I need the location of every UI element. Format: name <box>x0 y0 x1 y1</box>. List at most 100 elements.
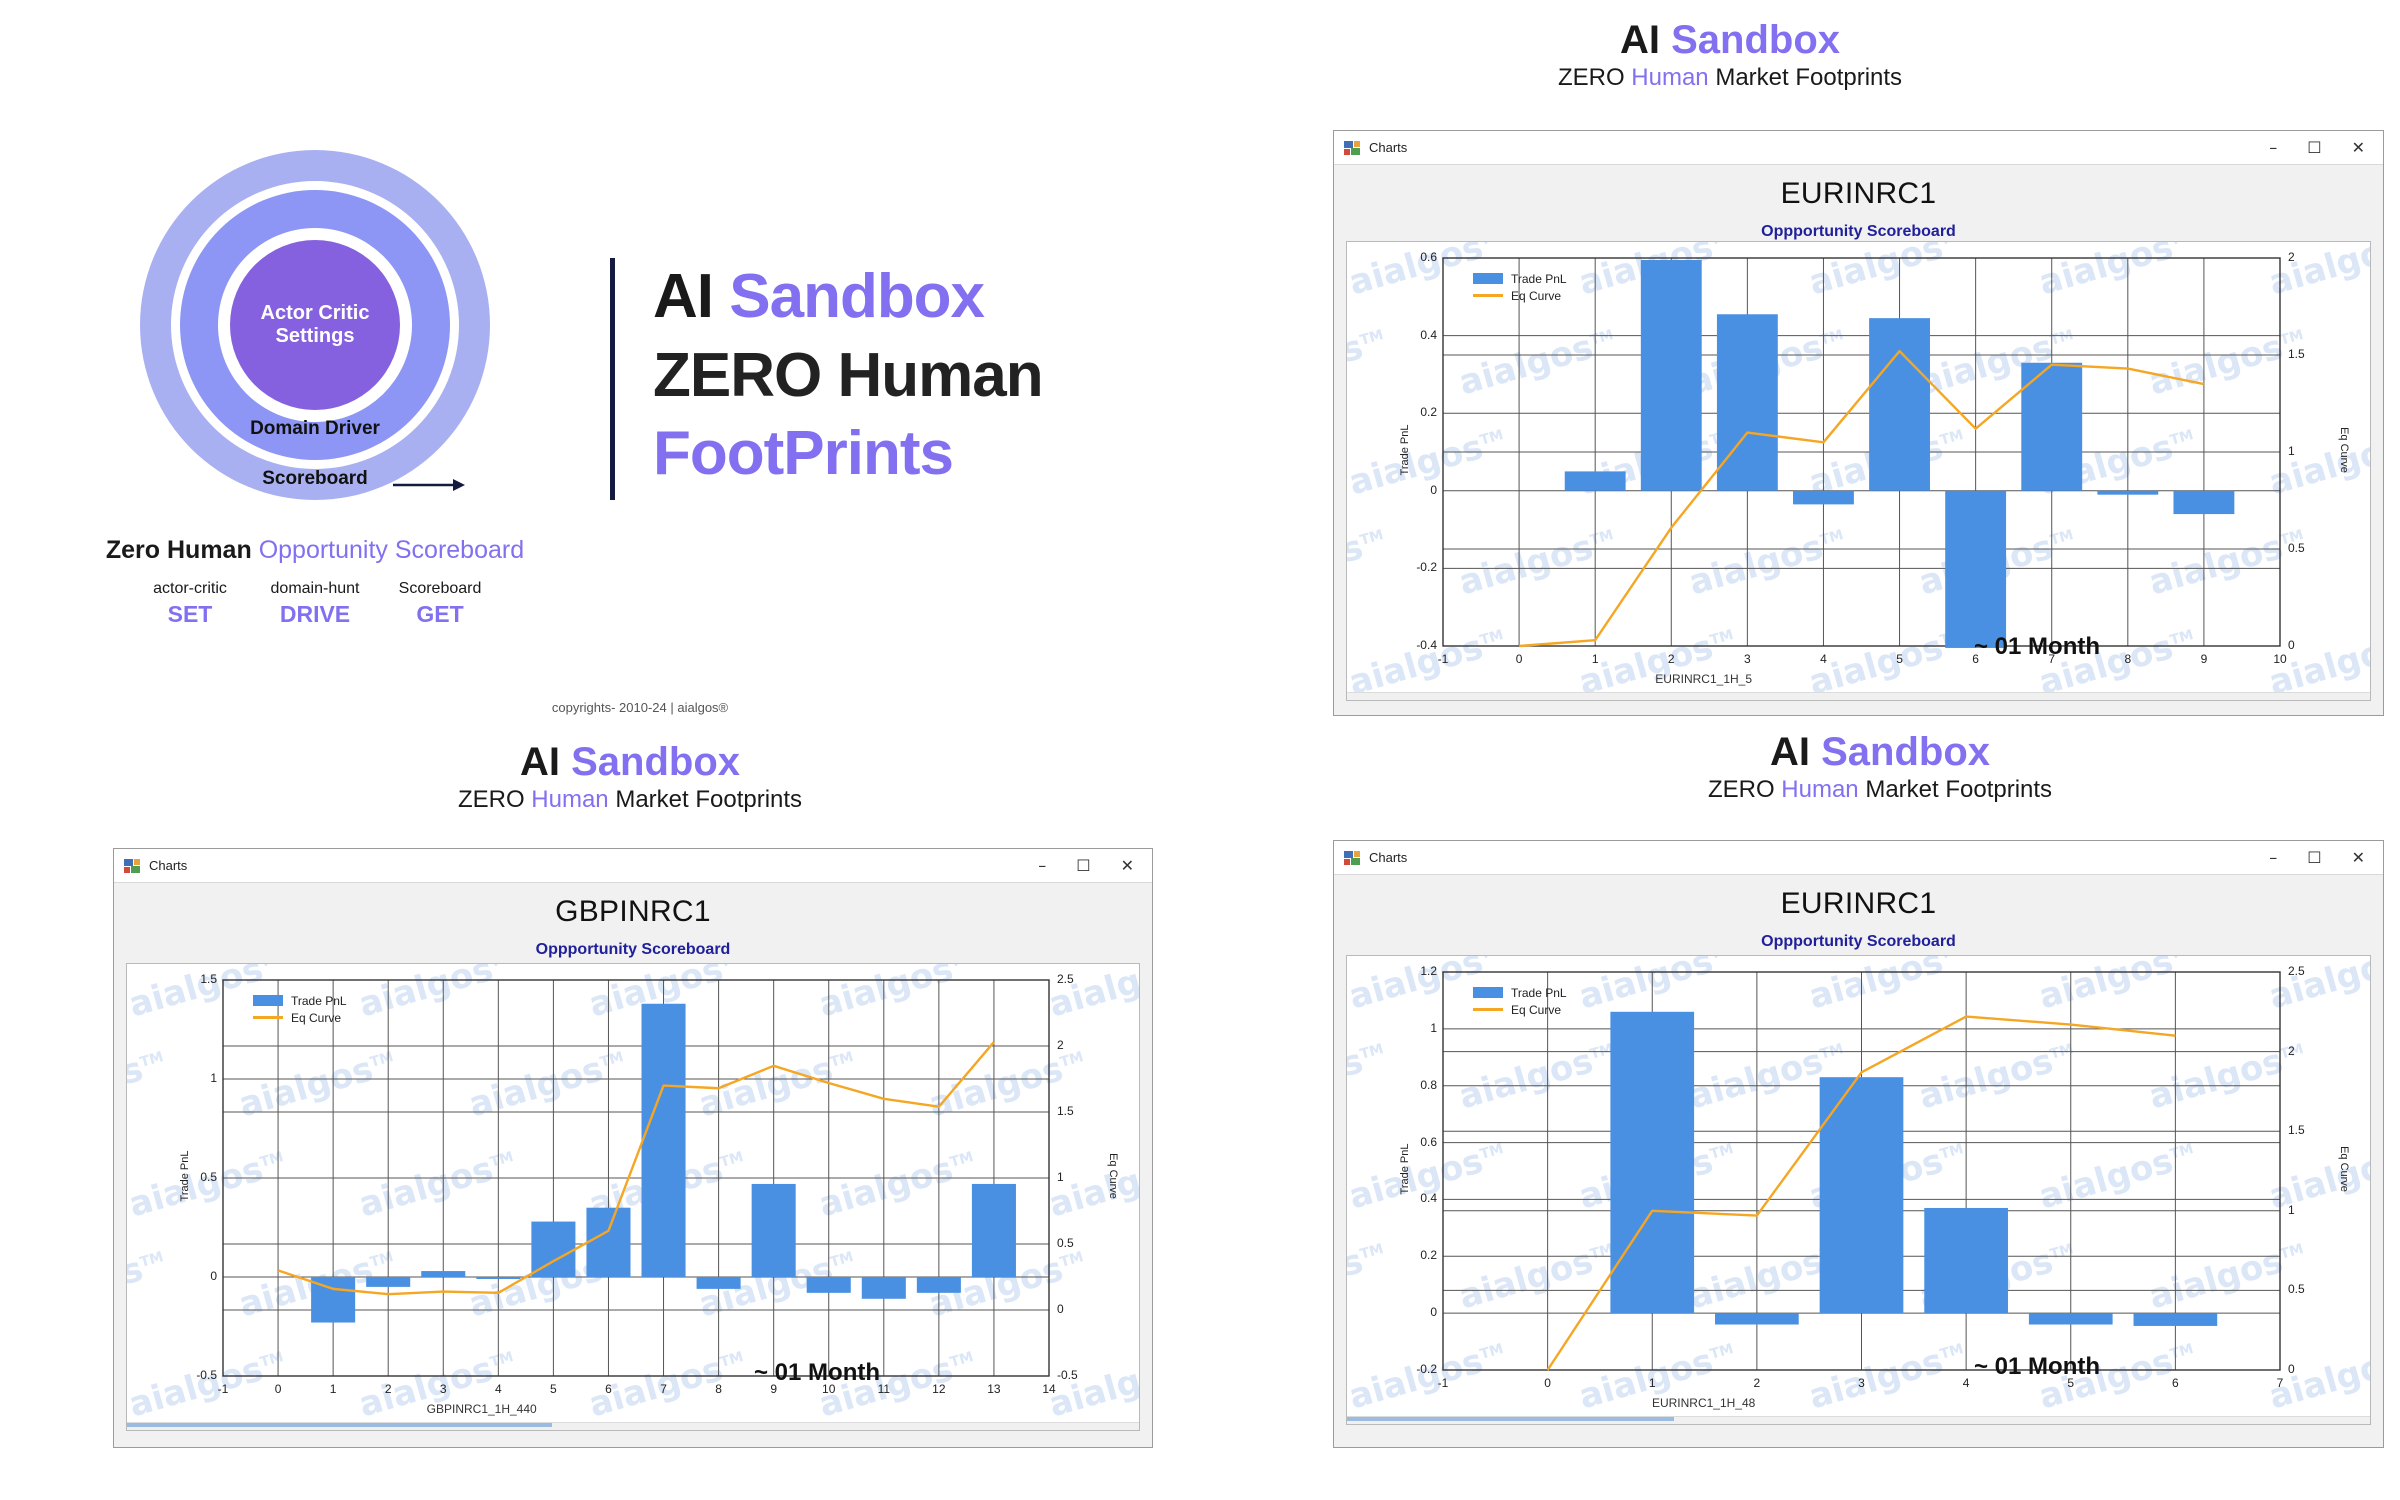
maximize-button[interactable]: ☐ <box>2307 139 2321 156</box>
maximize-button[interactable]: ☐ <box>2307 849 2321 866</box>
mini-header-line-2: ZERO Human Market Footprints <box>1620 774 2140 806</box>
y2-axis-tick-label: 0.5 <box>2288 1282 2305 1297</box>
legend-label: Trade PnL <box>1511 985 1567 1000</box>
close-button[interactable]: ✕ <box>2352 849 2365 866</box>
window-body: GBPINRC1 Oppportunity Scoreboard aialgosTM… <box>114 883 1152 1447</box>
y-axis-tick-label: 0.2 <box>1420 1248 1437 1263</box>
bar <box>2028 1313 2113 1325</box>
mini-human: Human <box>1631 64 1709 91</box>
scrollbar-thumb[interactable] <box>1347 1417 1675 1421</box>
zero-human-tagline: Zero Human Opportunity Scoreboard <box>100 536 530 565</box>
minimize-button[interactable]: – <box>1038 857 1046 874</box>
bar <box>1610 1011 1695 1314</box>
x-axis-tick-label: 12 <box>932 1382 946 1396</box>
mini-human: Human <box>1781 776 1859 803</box>
minimize-button[interactable]: – <box>2269 849 2277 866</box>
chart-title: EURINRC1 <box>1780 887 1937 920</box>
window-body: EURINRC1Oppportunity ScoreboardaialgosTM… <box>1334 165 2383 715</box>
plot-area: aialgosTMaialgosTMaialgosTMaialgosTMaial… <box>126 963 1140 1431</box>
legend-line-icon <box>253 1016 283 1019</box>
window-body: EURINRC1Oppportunity ScoreboardaialgosTM… <box>1334 875 2383 1447</box>
horizontal-scrollbar[interactable] <box>1347 1416 2370 1424</box>
window-controls: – ☐ ✕ <box>2269 849 2377 866</box>
bar <box>861 1277 906 1299</box>
triad-top-label: Scoreboard <box>398 580 482 597</box>
legend-swatch-icon <box>253 995 283 1006</box>
horizontal-scrollbar[interactable] <box>1347 692 2370 700</box>
eq-curve-line <box>1518 349 2205 648</box>
duration-tag: ~ 01 Month <box>1974 633 2101 660</box>
wordmark-line-3: FootPrints <box>653 419 954 489</box>
y2-axis-tick-label: 1 <box>2288 444 2295 458</box>
y2-axis-tick-label: 1 <box>2288 1202 2295 1217</box>
window-title-text: Charts <box>149 858 188 873</box>
close-button[interactable]: ✕ <box>2352 139 2365 156</box>
y-axis-tick-label: 0.4 <box>1420 327 1437 342</box>
y2-axis-tick-label: 0 <box>2288 638 2295 652</box>
x-axis-tick-label: 5 <box>1896 652 1903 666</box>
duration-tag: ~ 01 Month <box>1974 1353 2101 1380</box>
chart-window-top-right[interactable]: Charts – ☐ ✕ EURINRC1 Oppportunity Scoreboard… <box>1333 130 2384 716</box>
y2-axis-tick-label: 0.5 <box>2288 541 2305 555</box>
plot-area: aialgosTMaialgosTMaialgosTMaialgosTMaial… <box>1346 955 2371 1425</box>
x-axis-title: GBPINRC1_1H_440 <box>426 1402 537 1416</box>
x-axis-tick-label: -1 <box>217 1382 229 1396</box>
y-axis-title: Trade PnL <box>1399 424 1411 476</box>
bar <box>2173 490 2235 515</box>
x-axis-tick-label: 7 <box>660 1382 667 1396</box>
x-axis-tick-label: 8 <box>715 1382 722 1396</box>
y2-axis-tick-label: 1.5 <box>1057 1104 1074 1118</box>
triad-bottom-label: DRIVE <box>279 601 351 628</box>
app-window-icon <box>1344 850 1360 865</box>
wordmark-line-2: ZERO Human <box>653 340 1044 410</box>
main-wordmark: AI Sandbox ZERO Human FootPrints <box>610 258 1044 500</box>
wordmark-text-block: AI Sandbox ZERO Human FootPrints <box>653 258 1044 500</box>
horizontal-scrollbar[interactable] <box>127 1422 1139 1430</box>
y2-axis-title: Eq Curve <box>1107 1153 1119 1199</box>
minimize-button[interactable]: – <box>2269 139 2277 156</box>
x-axis-tick-label: 6 <box>605 1382 612 1396</box>
window-title-bar[interactable]: Charts – ☐ ✕ <box>114 849 1152 883</box>
y2-axis-title: Eq Curve <box>2338 427 2350 473</box>
bar <box>1793 490 1854 505</box>
bar <box>806 1277 851 1293</box>
mini-ai: AI <box>1619 18 1672 62</box>
mini-header-line-1: AI Sandbox <box>1620 730 2140 774</box>
chart-svg <box>1442 971 2281 1371</box>
legend-label: Trade PnL <box>1511 271 1567 286</box>
chart-svg <box>1442 257 2281 648</box>
window-title-bar[interactable]: Charts – ☐ ✕ <box>1334 841 2383 875</box>
mini-zero: ZERO <box>457 786 532 813</box>
mini-header-bottom-left: AI Sandbox ZERO Human Market Footprints <box>370 740 890 816</box>
tagline-black-part: Zero Human <box>105 536 252 564</box>
bar <box>1715 1313 1799 1325</box>
app-window-icon <box>124 858 140 873</box>
y2-axis-tick-label: -0.5 <box>1057 1368 1078 1382</box>
x-axis-tick-label: 5 <box>550 1382 557 1396</box>
window-title-text: Charts <box>1369 850 1408 865</box>
y2-axis-tick-label: 1.5 <box>2288 347 2305 361</box>
y-axis-tick-label: 0 <box>1430 1305 1437 1320</box>
x-axis-tick-label: 4 <box>494 1382 502 1396</box>
window-title-text: Charts <box>1369 140 1408 155</box>
legend-label: Eq Curve <box>1511 288 1562 303</box>
legend-item-trade-pnl: Trade PnL <box>253 992 347 1009</box>
maximize-button[interactable]: ☐ <box>1076 857 1090 874</box>
close-button[interactable]: ✕ <box>1121 857 1134 874</box>
chart-window-bottom-right[interactable]: Charts – ☐ ✕ EURINRC1 Oppportunity Scoreboard… <box>1333 840 2384 1448</box>
chart-subtitle: Oppportunity Scoreboard <box>535 941 731 958</box>
wordmark-ai: AI <box>653 262 730 331</box>
x-axis-tick-label: 1 <box>1648 1376 1656 1390</box>
duration-tag: ~ 01 Month <box>754 1359 881 1386</box>
triad-item-actor-critic: actor-critic SET <box>130 578 250 630</box>
window-title-bar[interactable]: Charts – ☐ ✕ <box>1334 131 2383 165</box>
scrollbar-thumb[interactable] <box>127 1423 553 1427</box>
mini-ai: AI <box>519 740 572 784</box>
mini-market-footprints: Market Footprints <box>1708 64 1903 91</box>
chart-window-bottom-left[interactable]: Charts – ☐ ✕ GBPINRC1 Oppportunity Scoreboard… <box>113 848 1153 1448</box>
y-axis-tick-label: 1.5 <box>200 972 217 986</box>
bar <box>1640 259 1702 491</box>
ring-label-scoreboard: Scoreboard <box>262 468 368 489</box>
y2-axis-tick-label: 0.5 <box>1057 1236 1074 1250</box>
x-axis-tick-label: 9 <box>2200 652 2208 666</box>
